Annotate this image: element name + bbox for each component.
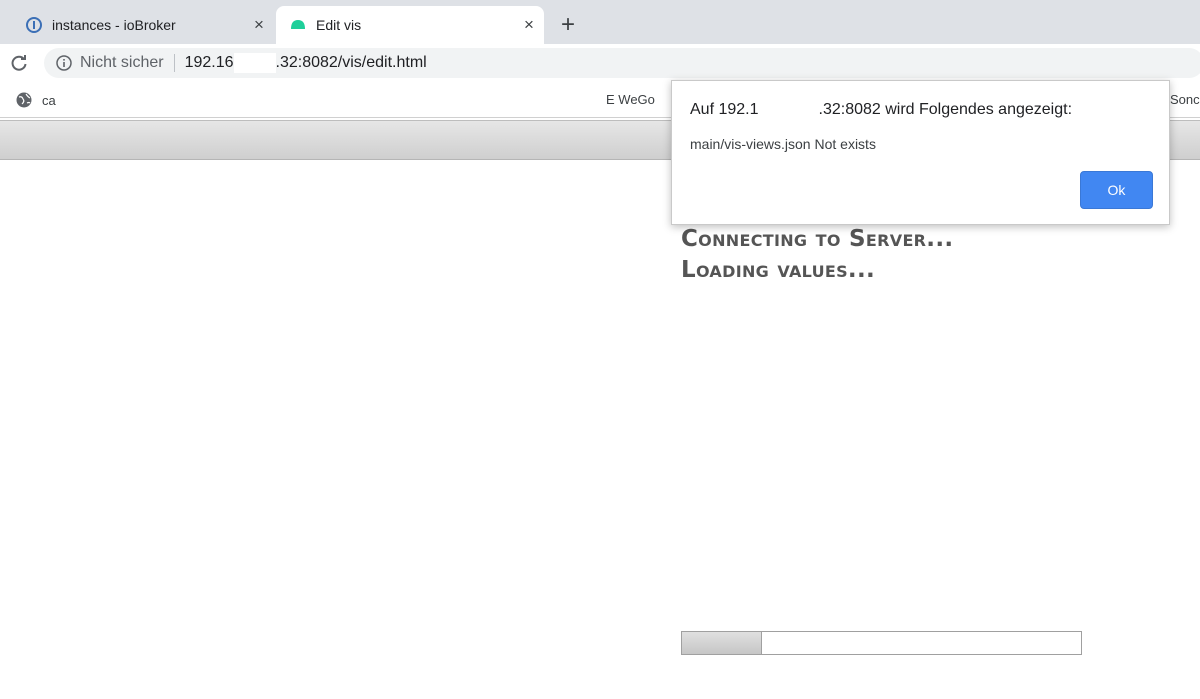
bookmark-wego[interactable]: E WeGo [606,92,655,107]
bookmark-sonos[interactable]: Sonc [1170,92,1200,107]
tab-edit-vis[interactable]: Edit vis × [276,6,544,44]
close-tab-icon[interactable]: × [248,14,270,36]
browser-toolbar: Nicht sicher 192.16 .32:8082/vis/edit.ht… [0,44,1200,82]
redacted-area [233,53,276,73]
reload-icon[interactable] [8,52,30,74]
bookmark-label: Sonc [1170,92,1200,107]
iobroker-icon [26,17,42,33]
tab-title: instances - ioBroker [52,17,176,33]
address-divider [173,54,175,72]
new-tab-button[interactable]: + [554,11,582,39]
url-path: .32:8082/vis/edit.html [275,54,427,71]
tab-instances-iobroker[interactable]: instances - ioBroker × [12,6,274,44]
vis-icon [291,20,305,29]
ok-button[interactable]: Ok [1080,171,1153,209]
dialog-heading-rest: .32:8082 wird Folgendes angezeigt: [818,101,1073,118]
security-label[interactable]: Nicht sicher [80,54,164,72]
dialog-message: main/vis-views.json Not exists [690,136,876,152]
tab-title: Edit vis [316,17,362,33]
address-bar[interactable]: Nicht sicher 192.16 .32:8082/vis/edit.ht… [44,48,1200,78]
globe-icon [16,92,32,108]
info-icon[interactable] [56,55,72,71]
loading-progress-bar [681,631,1082,655]
bookmark-ca[interactable]: ca [16,92,56,108]
bookmark-label: E WeGo [606,92,655,107]
loading-status: Connecting to Server... Loading values..… [681,224,953,286]
url-host: 192.16 [184,54,234,71]
status-line-loading: Loading values... [681,257,876,283]
tab-strip: instances - ioBroker × Edit vis × + [0,0,1200,44]
bookmark-label: ca [42,92,56,108]
progress-fill [682,632,762,654]
dialog-heading: Auf 192.1 .32:8082 wird Folgendes angezei… [690,101,1072,119]
close-tab-icon[interactable]: × [518,14,540,36]
alert-dialog: Auf 192.1 .32:8082 wird Folgendes angezei… [671,80,1170,225]
status-line-connecting: Connecting to Server... [681,226,954,252]
dialog-heading-origin: Auf 192.1 [690,101,759,118]
